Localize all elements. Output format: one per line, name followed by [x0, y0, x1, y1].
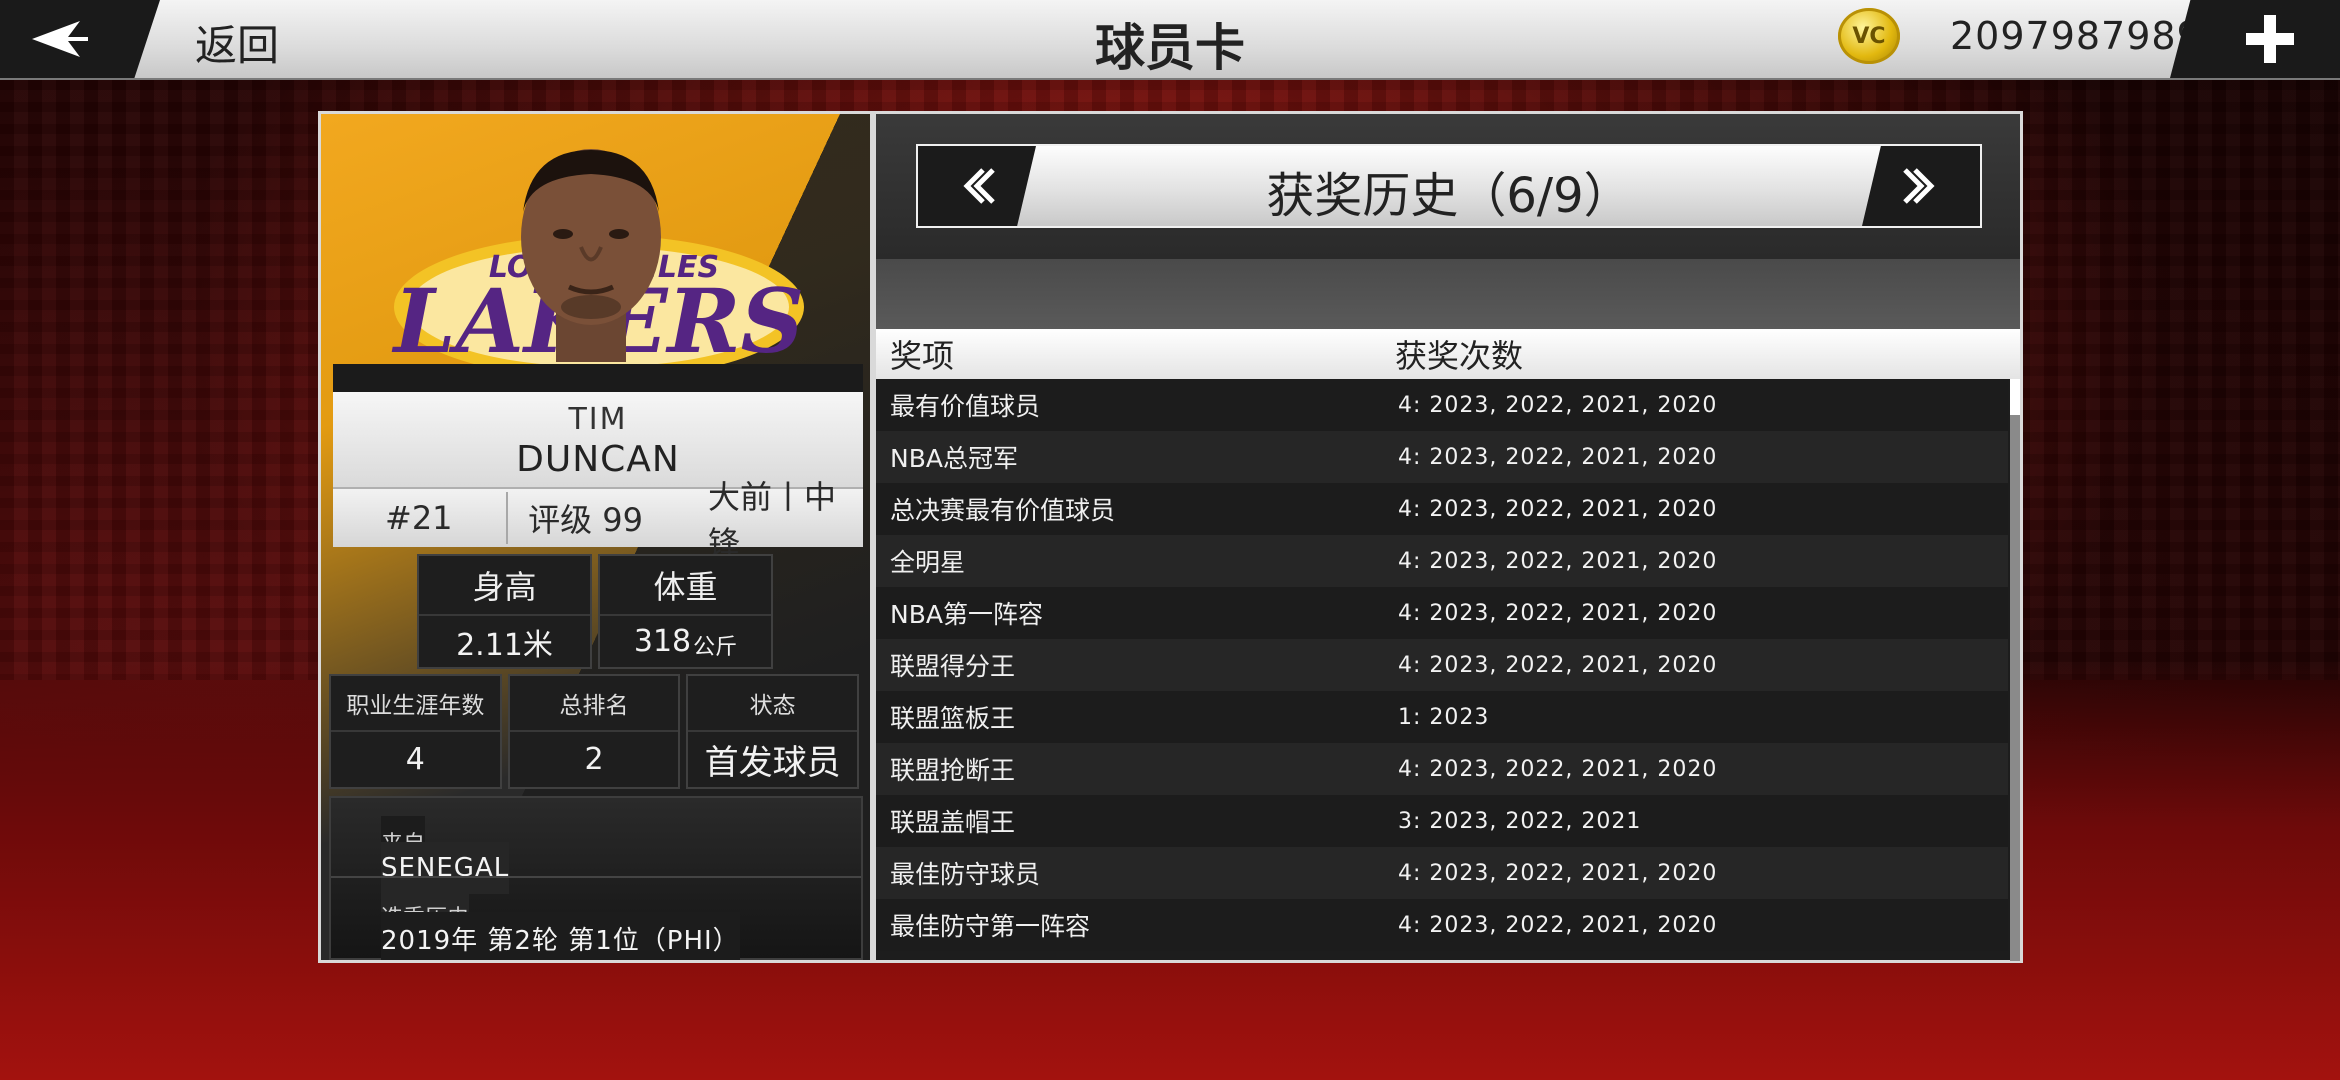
- awards-table-header: 奖项 获奖次数: [876, 329, 2020, 379]
- weight-label: 体重: [600, 556, 771, 616]
- award-name: NBA第一阵容: [890, 600, 1043, 629]
- weight-box: 体重 318 公斤: [598, 554, 773, 669]
- award-name: 联盟得分王: [890, 652, 1016, 681]
- vc-balance: 2097987989: [1950, 14, 2202, 58]
- award-row: 最佳防守球员 4: 2023, 2022, 2021, 2020: [876, 847, 2008, 899]
- award-count: 3: 2023, 2022, 2021: [1398, 808, 1642, 834]
- award-count: 4: 2023, 2022, 2021, 2020: [1398, 548, 1718, 574]
- award-count: 4: 2023, 2022, 2021, 2020: [1398, 860, 1718, 886]
- rank-value: 2: [584, 742, 604, 777]
- award-row: 联盟得分王 4: 2023, 2022, 2021, 2020: [876, 639, 2008, 691]
- award-row: 全明星 4: 2023, 2022, 2021, 2020: [876, 535, 2008, 587]
- plus-icon: [2246, 15, 2294, 63]
- award-count: 1: 2023: [1398, 704, 1490, 730]
- status-box: 状态 首发球员: [686, 674, 860, 789]
- career-years-box: 职业生涯年数 4: [329, 674, 502, 789]
- award-row: 联盟盖帽王 3: 2023, 2022, 2021: [876, 795, 2008, 847]
- origin-draft-box: 来自 SENEGAL 选秀历史 2019年 第2轮 第1位（PHI）: [329, 796, 863, 960]
- vc-coin-icon: VC: [1838, 8, 1900, 64]
- career-years-label: 职业生涯年数: [331, 676, 500, 732]
- career-stats: 职业生涯年数 4 总排名 2 状态 首发球员: [329, 674, 860, 789]
- rank-label: 总排名: [509, 676, 679, 732]
- award-row: NBA第一阵容 4: 2023, 2022, 2021, 2020: [876, 587, 2008, 639]
- status-value: 首发球员: [704, 743, 841, 783]
- weight-unit: 公斤: [693, 634, 738, 660]
- award-name: 最佳防守球员: [890, 860, 1041, 889]
- award-name: 最有价值球员: [890, 392, 1041, 421]
- award-row: 联盟篮板王 1: 2023: [876, 691, 2008, 743]
- player-face: [521, 149, 661, 362]
- origin-value: SENEGAL: [381, 842, 510, 894]
- col-award-header: 奖项: [890, 337, 955, 375]
- award-name: 联盟盖帽王: [890, 808, 1016, 837]
- awards-panel: 获奖历史（6/9） 奖项 获奖次数 最有价值球员 4: 2023, 2022, 2…: [873, 111, 2023, 963]
- rank-box: 总排名 2: [507, 674, 681, 789]
- awards-scrollbar[interactable]: [2010, 379, 2020, 961]
- player-rating: 评级 99: [528, 501, 643, 539]
- height-box: 身高 2.11米: [417, 554, 592, 669]
- height-label: 身高: [419, 556, 590, 616]
- awards-list[interactable]: 最有价值球员 4: 2023, 2022, 2021, 2020 NBA总冠军 4: …: [876, 379, 2008, 961]
- award-name: 联盟抢断王: [890, 756, 1016, 785]
- draft-value: 2019年 第2轮 第1位（PHI）: [381, 912, 740, 960]
- next-page-button[interactable]: [1862, 146, 1980, 226]
- award-name: 总决赛最有价值球员: [890, 496, 1116, 525]
- award-row: 总决赛最有价值球员 4: 2023, 2022, 2021, 2020: [876, 483, 2008, 535]
- jersey-number: #21: [385, 499, 453, 537]
- award-count: 4: 2023, 2022, 2021, 2020: [1398, 496, 1718, 522]
- award-count: 4: 2023, 2022, 2021, 2020: [1398, 444, 1718, 470]
- status-label: 状态: [688, 676, 858, 732]
- award-row: 联盟抢断王 4: 2023, 2022, 2021, 2020: [876, 743, 2008, 795]
- player-first-name: TIM: [568, 402, 628, 437]
- awards-title: 获奖历史（6/9）: [1266, 168, 1632, 224]
- award-count: 4: 2023, 2022, 2021, 2020: [1398, 600, 1718, 626]
- award-name: 最佳防守第一阵容: [890, 912, 1091, 941]
- award-count: 4: 2023, 2022, 2021, 2020: [1398, 392, 1718, 418]
- scrollbar-thumb[interactable]: [2010, 379, 2020, 415]
- col-count-header: 获奖次数: [1395, 337, 1524, 375]
- player-position: 大前丨中锋: [707, 478, 836, 562]
- award-row: 最有价值球员 4: 2023, 2022, 2021, 2020: [876, 379, 2008, 431]
- career-years-value: 4: [405, 742, 425, 777]
- award-count: 4: 2023, 2022, 2021, 2020: [1398, 652, 1718, 678]
- award-name: NBA总冠军: [890, 444, 1018, 473]
- physical-stats: 身高 2.11米 体重 318 公斤: [417, 554, 773, 669]
- award-name: 全明星: [890, 548, 966, 577]
- add-currency-button[interactable]: [2170, 0, 2340, 78]
- award-row: 最佳防守第一阵容 4: 2023, 2022, 2021, 2020: [876, 899, 2008, 951]
- player-info-row: #21 评级 99 大前丨中锋: [333, 478, 863, 562]
- weight-value: 318: [633, 624, 692, 659]
- top-bar: 返回 球员卡 VC 2097987989: [0, 0, 2340, 80]
- chevron-right-icon: [1903, 168, 1935, 204]
- award-name: 联盟篮板王: [890, 704, 1016, 733]
- award-count: 4: 2023, 2022, 2021, 2020: [1398, 756, 1718, 782]
- height-value: 2.11米: [456, 627, 553, 663]
- award-row: NBA总冠军 4: 2023, 2022, 2021, 2020: [876, 431, 2008, 483]
- player-card: LOS ANGELES LAKERS TIM DUNCAN #21 评级 99 …: [318, 111, 873, 963]
- player-portrait: LOS ANGELES LAKERS: [329, 122, 867, 372]
- award-count: 4: 2023, 2022, 2021, 2020: [1398, 912, 1718, 938]
- awards-title-bar: 获奖历史（6/9）: [916, 144, 1982, 228]
